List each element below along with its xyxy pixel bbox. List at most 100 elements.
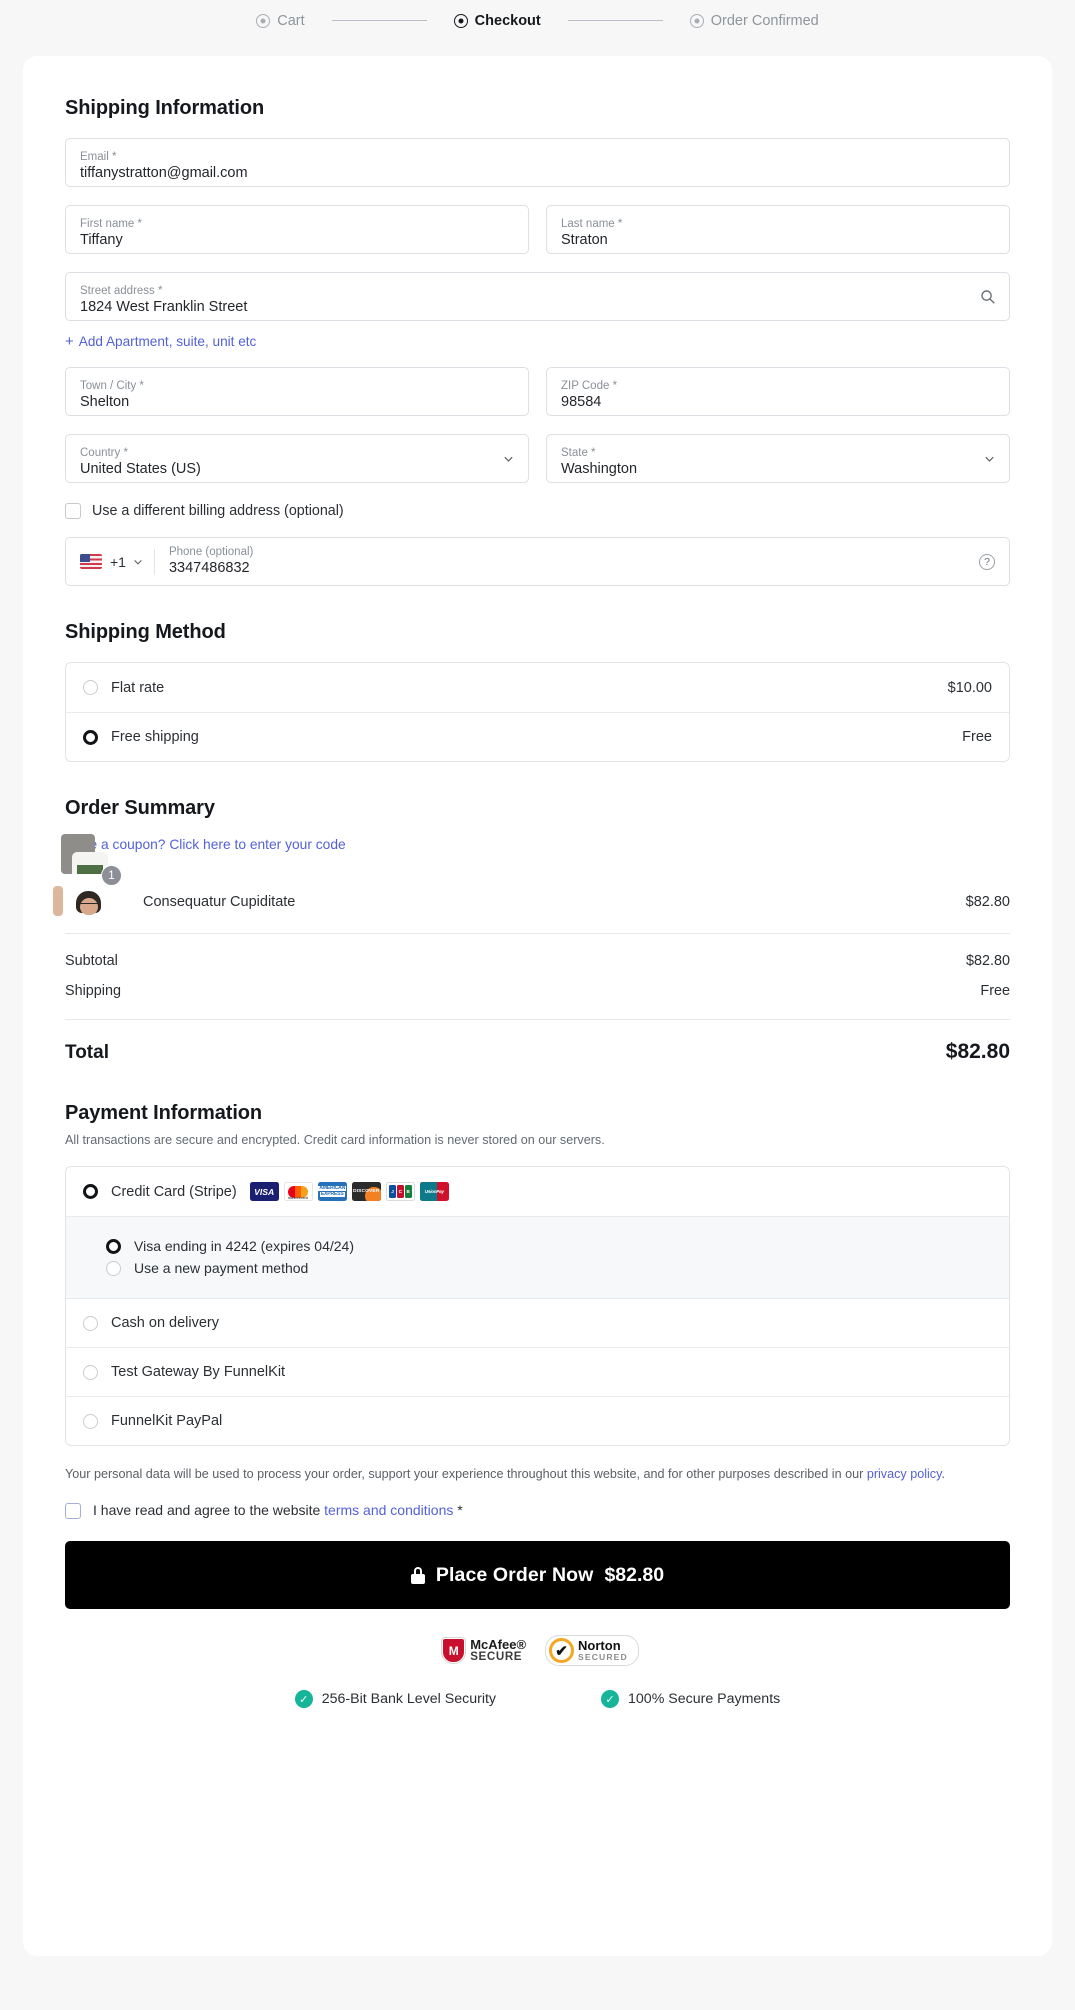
street-address-input[interactable] [80, 297, 967, 317]
step-cart-label: Cart [277, 12, 305, 29]
payment-method-funnelkit-paypal[interactable]: FunnelKit PayPal [66, 1396, 1009, 1445]
first-name-field[interactable]: First name * [65, 205, 529, 254]
country-label: Country * [80, 446, 128, 459]
shipping-total-label: Shipping [65, 983, 122, 999]
radio-selected-icon[interactable] [83, 729, 98, 745]
visa-icon: VISA [249, 1182, 279, 1201]
security-badges: M McAfee® SECURE ✔ Norton SECURED [65, 1635, 1010, 1667]
billing-address-toggle[interactable]: Use a different billing address (optiona… [65, 503, 1010, 519]
add-apartment-label: Add Apartment, suite, unit etc [78, 334, 257, 349]
shipping-option-price: $10.00 [947, 679, 992, 696]
billing-address-checkbox[interactable] [65, 503, 81, 519]
step-order-confirmed[interactable]: Order Confirmed [689, 12, 819, 29]
saved-card-label: Visa ending in 4242 (expires 04/24) [134, 1238, 355, 1254]
mcafee-secure-badge: M McAfee® SECURE [436, 1635, 532, 1666]
terms-and-conditions-link[interactable]: terms and conditions [324, 1502, 453, 1518]
checkout-card: Shipping Information Email * First name … [23, 56, 1052, 1956]
assurance-bank-security: ✓ 256-Bit Bank Level Security [294, 1690, 496, 1709]
privacy-text-1: Your personal data will be used to proce… [65, 1467, 867, 1481]
order-item-row: 1 Consequatur Cupiditate $82.80 [53, 834, 1010, 933]
country-state-row: Country * United States (US) State * Was… [65, 434, 1010, 483]
jcb-icon: J C B [385, 1182, 415, 1201]
step-checkout[interactable]: Checkout [453, 13, 541, 29]
terms-checkbox[interactable] [65, 1503, 81, 1519]
city-label: Town / City * [80, 379, 144, 392]
radio-icon[interactable] [83, 1413, 98, 1429]
new-payment-method-option[interactable]: Use a new payment method [106, 1257, 992, 1279]
payment-method-label: Credit Card (Stripe) [111, 1183, 237, 1200]
shipping-option-label: Flat rate [111, 679, 165, 696]
street-address-field[interactable]: Street address * [65, 272, 1010, 321]
assurance-label: 100% Secure Payments [628, 1691, 781, 1708]
billing-address-label: Use a different billing address (optiona… [92, 503, 344, 519]
us-flag-icon [80, 554, 102, 569]
accepted-card-icons: VISA mastercard AMERICAN EXPRESS DISCOVER… [249, 1182, 449, 1201]
payment-method-credit-card[interactable]: Credit Card (Stripe) VISA mastercard AME… [66, 1167, 1009, 1216]
name-row: First name * Last name * [65, 205, 1010, 254]
first-name-input[interactable] [80, 230, 514, 250]
assurance-secure-payments: ✓ 100% Secure Payments [601, 1690, 781, 1709]
radio-selected-icon[interactable] [83, 1184, 98, 1199]
checkout-progress-steps: Cart Checkout Order Confirmed [0, 0, 1075, 41]
email-row: Email * [65, 138, 1010, 187]
phone-label: Phone (optional) [168, 546, 254, 558]
payment-method-cash-on-delivery[interactable]: Cash on delivery [66, 1298, 1009, 1347]
last-name-input[interactable] [561, 230, 995, 250]
step-separator-2 [567, 20, 663, 21]
payment-method-test-gateway[interactable]: Test Gateway By FunnelKit [66, 1347, 1009, 1396]
phone-input[interactable] [168, 559, 1009, 578]
place-order-button[interactable]: Place Order Now $82.80 [65, 1541, 1010, 1609]
email-label: Email * [80, 150, 117, 163]
chevron-down-icon[interactable] [133, 557, 143, 567]
search-icon[interactable] [980, 289, 996, 305]
discover-icon: DISCOVER [351, 1182, 381, 1201]
city-field[interactable]: Town / City * [65, 367, 529, 416]
payment-method-label: Cash on delivery [111, 1315, 219, 1331]
country-select[interactable]: Country * United States (US) [65, 434, 529, 483]
email-field[interactable]: Email * [65, 138, 1010, 187]
terms-suffix: * [453, 1502, 463, 1518]
last-name-field[interactable]: Last name * [546, 205, 1010, 254]
privacy-policy-link[interactable]: privacy policy [867, 1467, 942, 1481]
step-cart-dot-icon [256, 13, 271, 28]
radio-icon[interactable] [83, 680, 98, 695]
mcafee-line-1: McAfee® [470, 1637, 527, 1652]
norton-check-icon: ✔ [549, 1638, 575, 1664]
step-separator-1 [331, 20, 427, 21]
radio-icon[interactable] [106, 1260, 121, 1276]
coupon-link[interactable]: Have a coupon? Click here to enter your … [65, 837, 1010, 852]
order-item-name: Consequatur Cupiditate [143, 894, 296, 910]
subtotal-row: Subtotal $82.80 [65, 946, 1010, 976]
phone-field[interactable]: +1 Phone (optional) ? [65, 537, 1010, 586]
shipping-option-free-shipping[interactable]: Free shipping Free [66, 712, 1009, 761]
radio-icon[interactable] [83, 1364, 98, 1380]
payment-information-title: Payment Information [65, 1102, 263, 1124]
saved-card-option[interactable]: Visa ending in 4242 (expires 04/24) [106, 1235, 992, 1257]
zip-input[interactable] [561, 392, 995, 412]
order-totals: Subtotal $82.80 Shipping Free [65, 934, 1010, 1019]
state-select[interactable]: State * Washington [546, 434, 1010, 483]
mcafee-shield-icon: M [442, 1638, 466, 1664]
grand-total-label: Total [65, 1042, 109, 1063]
zip-field[interactable]: ZIP Code * [546, 367, 1010, 416]
shipping-option-flat-rate[interactable]: Flat rate $10.00 [66, 663, 1009, 712]
place-order-label: Place Order Now [435, 1563, 594, 1586]
email-input[interactable] [80, 163, 995, 183]
step-checkout-dot-icon [453, 13, 468, 28]
step-cart[interactable]: Cart [256, 12, 305, 29]
zip-label: ZIP Code * [561, 379, 618, 392]
city-input[interactable] [80, 392, 514, 412]
assurance-row: ✓ 256-Bit Bank Level Security ✓ 100% Sec… [65, 1690, 1010, 1709]
step-order-confirmed-label: Order Confirmed [710, 12, 819, 29]
phone-dial-code: +1 [110, 553, 126, 570]
help-circle-icon[interactable]: ? [979, 553, 995, 570]
check-circle-icon: ✓ [294, 1690, 313, 1709]
terms-agreement-row[interactable]: I have read and agree to the website ter… [65, 1502, 1010, 1519]
payment-method-label: FunnelKit PayPal [111, 1413, 223, 1429]
order-summary-title: Order Summary [65, 797, 215, 819]
terms-prefix: I have read and agree to the website [93, 1502, 325, 1518]
radio-icon[interactable] [83, 1315, 98, 1331]
state-label: State * [561, 446, 596, 459]
add-apartment-link[interactable]: + Add Apartment, suite, unit etc [65, 334, 1010, 349]
radio-selected-icon[interactable] [106, 1238, 121, 1254]
